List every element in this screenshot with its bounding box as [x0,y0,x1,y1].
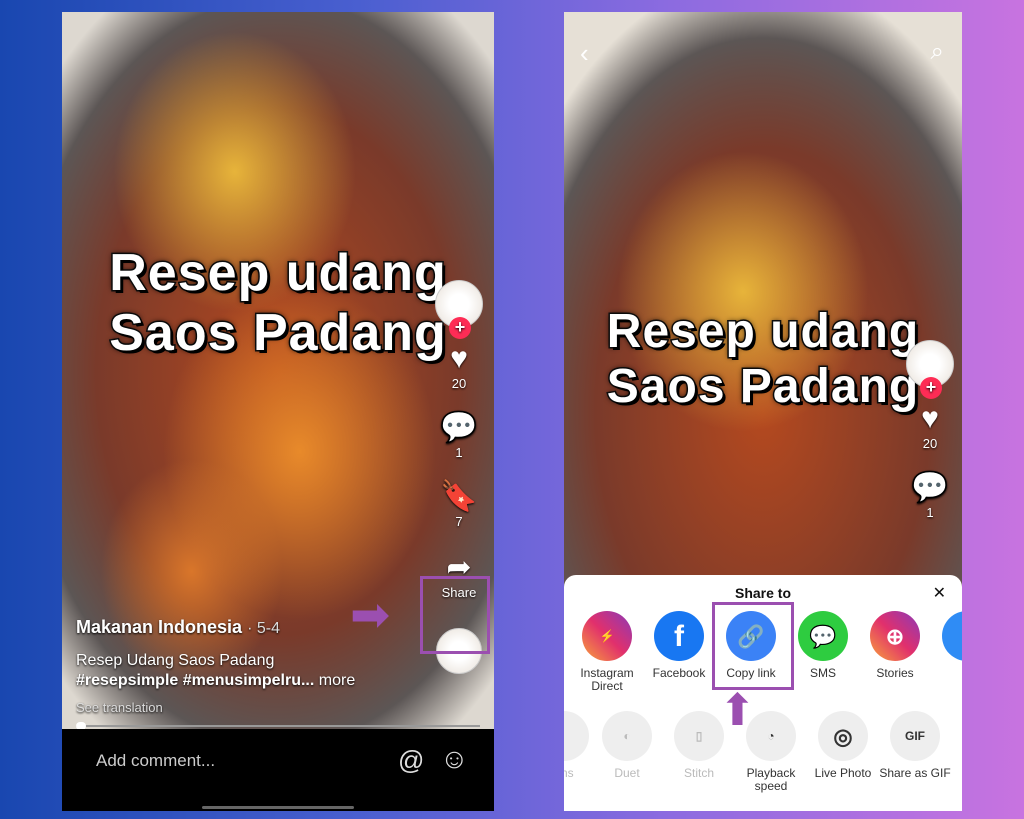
action-rail: + ♥ 20 💬 1 [906,340,954,520]
post-date: · 5-4 [247,620,280,637]
duet-icon: ◐ [602,711,652,761]
message-icon: 💬 [798,611,848,661]
overlay-line: Resep udang [108,243,448,304]
action-duet[interactable]: ◐ Duet [589,711,665,780]
video-overlay-title: Resep udang Saos Padang [564,303,962,415]
comment-count: 1 [455,445,463,460]
comment-input[interactable]: Add comment... [96,751,215,771]
description: Resep Udang Saos Padang #resepsimple #me… [76,651,355,691]
home-indicator [202,806,354,809]
action-live-photo[interactable]: ◎ Live Photo [805,711,881,780]
share-highlight-box [420,576,490,654]
action-share-as-gif[interactable]: GIF Share as GIF [877,711,953,780]
action-label: Stitch [683,766,714,780]
facebook-icon: f [654,611,704,661]
mention-icon[interactable]: @ [398,745,424,776]
comment-bar: Add comment... @ ☺ [62,729,494,811]
more-link[interactable]: more [319,672,355,689]
see-translation-link[interactable]: See translation [76,700,163,715]
comment-icon[interactable]: 💬 [911,471,948,505]
save-count: 7 [455,514,463,529]
hashtags[interactable]: #resepsimple #menusimpelru... [76,672,314,689]
creator-avatar[interactable]: + [906,340,954,399]
close-button[interactable]: ✕ [933,583,946,603]
action-label: ons [564,766,574,780]
heart-icon[interactable]: ♥ [921,402,939,436]
messenger-icon: ⚡ [582,611,632,661]
back-icon[interactable]: ‹ [580,38,589,69]
share-label: Stories [876,666,914,680]
description-text: Resep Udang Saos Padang [76,652,275,669]
stitch-icon: ▯ [674,711,724,761]
action-label: Live Photo [814,766,872,780]
share-stories[interactable]: ⊕ Stories [857,611,933,680]
progress-bar[interactable] [76,722,480,730]
share-instagram-direct[interactable]: ⚡ Instagram Direct [569,611,645,693]
video-player[interactable] [62,12,494,811]
author-line: Makanan Indonesia · 5-4 [76,617,280,638]
gif-icon: GIF [890,711,940,761]
action-stitch[interactable]: ▯ Stitch [661,711,737,780]
action-playback-speed[interactable]: ◔ Playback speed [733,711,809,793]
arrow-right-icon: ➡ [350,589,391,642]
share-sheet: Share to ✕ ⚡ Instagram Direct f Facebook 🔗… [564,575,962,811]
like-count: 20 [451,376,467,391]
live-photo-icon: ◎ [818,711,868,761]
share-label: Instagram Direct [580,666,634,693]
right-phone-screen: ‹ ⌕ Resep udang Saos Padang + ♥ 20 💬 1 S… [564,12,962,811]
video-overlay-title: Resep udang Saos Padang [62,243,494,364]
left-phone-screen: Resep udang Saos Padang + ♥ 20 💬 1 🔖 7 ➦… [62,12,494,811]
action-label: Duet [614,766,640,780]
overlay-line: Resep udang [605,303,920,359]
share-facebook[interactable]: f Facebook [641,611,717,680]
follow-plus-icon[interactable]: + [449,317,471,339]
emoji-icon[interactable]: ☺ [440,743,469,775]
reactions-icon [564,711,589,761]
more-icon: • [942,611,962,661]
bookmark-icon[interactable]: 🔖 [440,480,477,514]
like-count: 20 [922,436,938,451]
stories-icon: ⊕ [870,611,920,661]
action-label: Share as GIF [879,766,951,780]
author-name[interactable]: Makanan Indonesia [76,617,242,637]
comment-icon[interactable]: 💬 [440,411,477,445]
share-sheet-title: Share to [734,585,791,601]
copy-link-highlight-box [712,602,794,690]
search-icon[interactable]: ⌕ [931,38,944,66]
overlay-line: Saos Padang [605,359,920,415]
action-label: Playback speed [746,766,796,793]
overlay-line: Saos Padang [108,302,448,363]
follow-plus-icon[interactable]: + [920,377,942,399]
share-label: Facebook [652,666,706,680]
share-label: SMS [809,666,836,680]
creator-avatar[interactable]: + [435,280,483,339]
heart-icon[interactable]: ♥ [450,342,468,376]
speedometer-icon: ◔ [746,711,796,761]
share-more[interactable]: •M [929,611,962,680]
comment-count: 1 [926,505,934,520]
share-sms[interactable]: 💬 SMS [785,611,861,680]
